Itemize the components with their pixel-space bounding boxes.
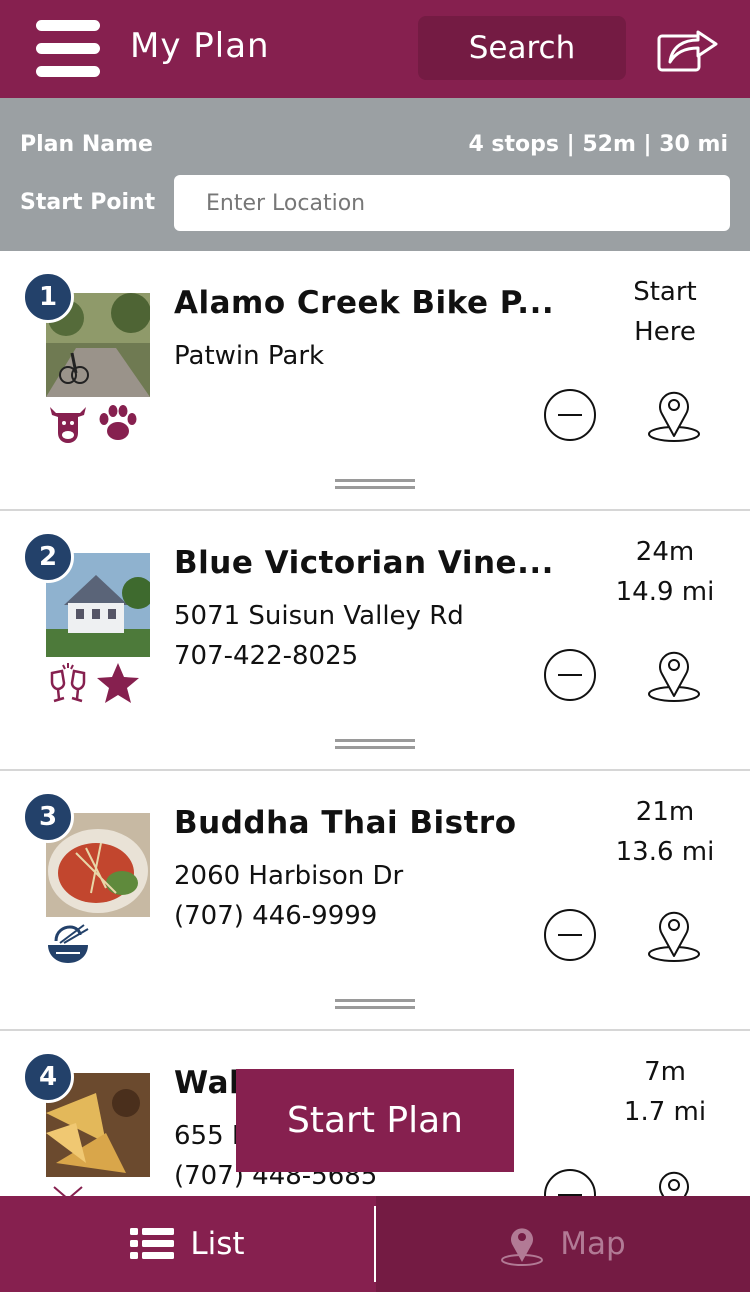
stop-travel-time: 21m	[635, 797, 695, 827]
stop-item[interactable]: 3 Buddha Thai Bistro 2060 Harbison Dr (7…	[0, 771, 750, 1031]
stop-number-badge: 4	[22, 1051, 74, 1103]
plan-name-label[interactable]: Plan Name	[20, 132, 153, 157]
remove-stop-button[interactable]	[543, 388, 597, 442]
stop-travel-time: 7m	[644, 1057, 686, 1087]
drag-handle[interactable]	[335, 999, 415, 1011]
nav-list-label: List	[190, 1226, 245, 1262]
stop-phone[interactable]: 707-422-8025	[174, 641, 358, 671]
stop-item[interactable]: 2 Blue Victorian Vine... 5071 Suisun Val…	[0, 511, 750, 771]
share-icon[interactable]	[656, 24, 720, 74]
stop-address: 2060 Harbison Dr	[174, 861, 404, 891]
stop-distance: Here	[634, 317, 696, 347]
remove-stop-button[interactable]	[543, 648, 597, 702]
stop-address: 5071 Suisun Valley Rd	[174, 601, 464, 631]
map-pin-icon[interactable]	[646, 388, 702, 444]
cow-icon	[50, 407, 86, 443]
drag-handle[interactable]	[335, 479, 415, 491]
app-header: My Plan Search	[0, 0, 750, 98]
plan-info-bar: Plan Name 4 stops | 52m | 30 mi Start Po…	[0, 98, 750, 251]
stop-number-badge: 2	[22, 531, 74, 583]
noodle-bowl-icon	[48, 924, 89, 963]
stop-name[interactable]: Blue Victorian Vine...	[174, 545, 554, 581]
stop-number-badge: 3	[22, 791, 74, 843]
search-button[interactable]: Search	[418, 16, 626, 80]
stop-distance: 14.9 mi	[615, 577, 715, 607]
star-icon	[97, 663, 139, 703]
stop-distance: 13.6 mi	[615, 837, 715, 867]
page-title: My Plan	[130, 26, 270, 66]
start-point-label: Start Point	[20, 190, 156, 215]
stop-name[interactable]: Alamo Creek Bike P...	[174, 285, 554, 321]
nav-tab-map[interactable]: Map	[376, 1196, 750, 1292]
stop-travel-time: Start	[633, 277, 697, 307]
nav-map-label: Map	[560, 1226, 626, 1262]
stop-travel-time: 24m	[635, 537, 695, 567]
map-pin-icon[interactable]	[646, 648, 702, 704]
drag-handle[interactable]	[335, 739, 415, 751]
stop-number-badge: 1	[22, 271, 74, 323]
list-icon	[130, 1228, 175, 1259]
menu-icon[interactable]	[36, 18, 100, 78]
stop-address: Patwin Park	[174, 341, 325, 371]
stop-item[interactable]: 1 Alamo Creek Bike P... Patwin Park Star…	[0, 251, 750, 511]
nav-tab-list[interactable]: List	[0, 1196, 375, 1292]
map-pin-icon[interactable]	[646, 908, 702, 964]
stop-name[interactable]: Buddha Thai Bistro	[174, 805, 517, 841]
remove-stop-button[interactable]	[543, 908, 597, 962]
start-plan-button[interactable]: Start Plan	[236, 1069, 514, 1172]
map-marker-icon	[501, 1228, 544, 1266]
paw-icon	[99, 405, 137, 440]
stop-distance: 1.7 mi	[623, 1097, 707, 1127]
stop-phone[interactable]: (707) 446-9999	[174, 901, 377, 931]
bottom-nav: List Map	[0, 1196, 750, 1292]
wine-glasses-icon	[50, 663, 86, 703]
plan-stats: 4 stops | 52m | 30 mi	[468, 132, 728, 157]
start-location-input[interactable]	[174, 175, 730, 231]
